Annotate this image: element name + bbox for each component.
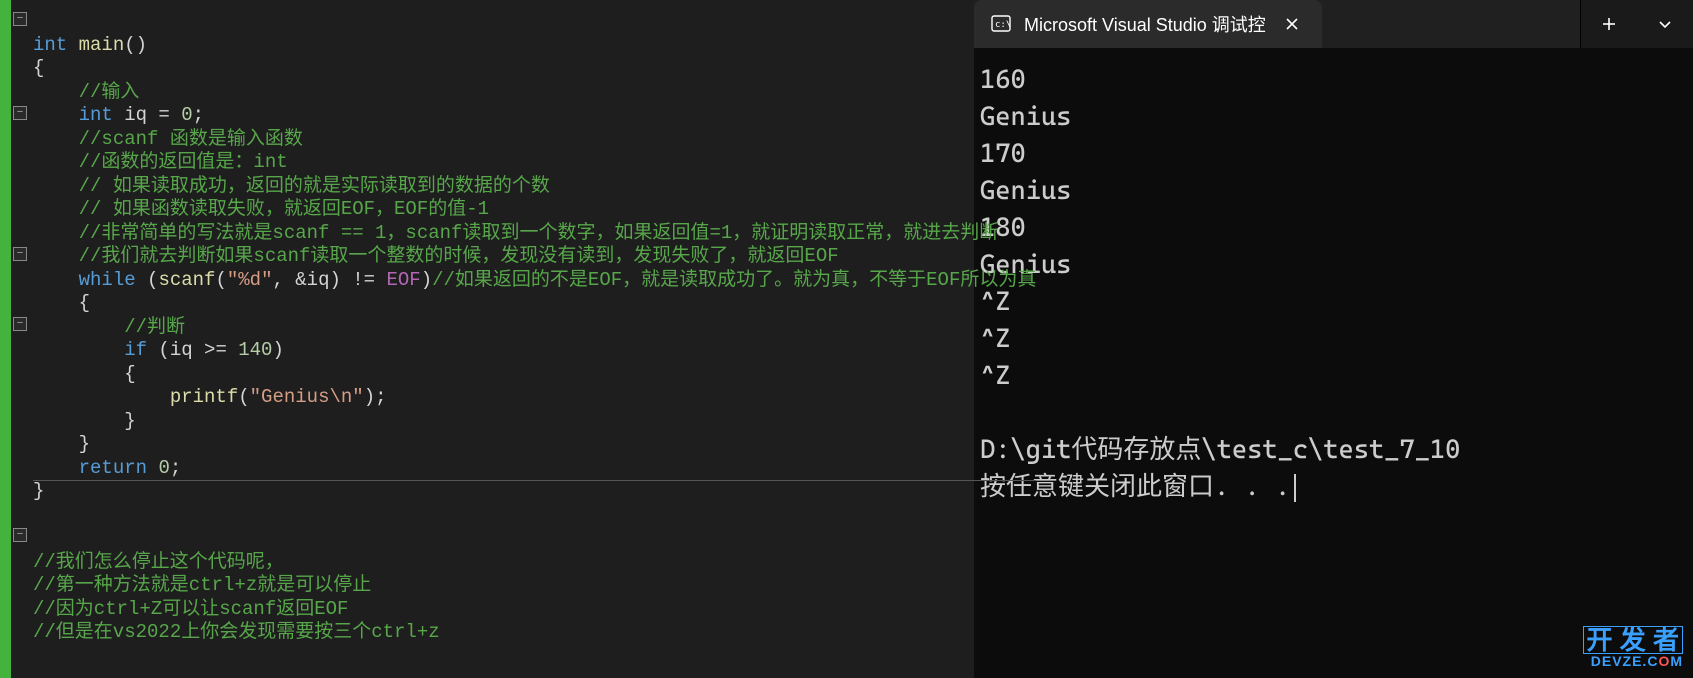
keyword: if [124,339,147,361]
tab-dropdown-button[interactable] [1637,0,1693,48]
comment: //我们怎么停止这个代码呢， [33,551,284,573]
fold-toggle[interactable]: − [13,317,27,331]
brace: } [79,433,90,455]
number: 0 [158,457,169,479]
code-text-area[interactable]: int main() { //输入 int iq = 0; //scanf 函数… [33,0,1036,678]
macro: EOF [387,269,421,291]
debug-console-pane: c:\ Microsoft Visual Studio 调试控 160 Geni… [974,0,1693,678]
tab-title: Microsoft Visual Studio 调试控 [1024,11,1266,37]
title-button-group [1580,0,1693,48]
output-line: D:\git代码存放点\test_c\test_7_10 [980,435,1460,465]
string: "Genius\n" [250,386,364,408]
keyword: return [79,457,147,479]
punct: ) [421,269,432,291]
text: (iq >= [147,339,238,361]
comment: //输入 [79,81,140,103]
string: "%d" [227,269,273,291]
change-indicator [0,0,11,678]
comment: // 如果函数读取失败，就返回EOF，EOF的值-1 [79,198,489,220]
keyword: int [79,104,113,126]
fold-toggle[interactable]: − [13,106,27,120]
text: , &iq) != [272,269,386,291]
comment: //判断 [124,316,185,338]
keyword: int [33,34,67,56]
function-call: scanf [158,269,215,291]
comment: //如果返回的不是EOF，就是读取成功了。就为真，不等于EOF所以为真 [432,269,1036,291]
keyword: while [79,269,136,291]
comment: // 如果读取成功，返回的就是实际读取到的数据的个数 [79,175,550,197]
console-title-bar: c:\ Microsoft Visual Studio 调试控 [974,0,1693,48]
new-tab-button[interactable] [1581,0,1637,48]
brace: } [33,480,44,502]
comment: //非常简单的写法就是scanf == 1，scanf读取到一个数字，如果返回值… [79,222,999,244]
space [147,457,158,479]
punct: ; [193,104,204,126]
text-cursor [1294,474,1296,502]
fold-toggle[interactable]: − [13,247,27,261]
fold-toggle[interactable]: − [13,528,27,542]
tab-close-button[interactable] [1278,10,1306,38]
comment: //我们就去判断如果scanf读取一个整数的时候，发现没有读到，发现失败了，就返… [79,245,839,267]
comment: //第一种方法就是ctrl+z就是可以停止 [33,574,371,596]
punct: ; [170,457,181,479]
number: 140 [238,339,272,361]
comment: //因为ctrl+Z可以让scanf返回EOF [33,598,348,620]
comment: //但是在vs2022上你会发现需要按三个ctrl+z [33,621,440,643]
punct: () [124,34,147,56]
brace: { [33,57,44,79]
brace: } [124,410,135,432]
punct: ) [272,339,283,361]
function-call: printf [170,386,238,408]
punct: ( [238,386,249,408]
code-editor-pane: − − − − − int main() { //输入 int iq = 0; … [0,0,974,678]
console-output[interactable]: 160 Genius 170 Genius 180 Genius ^Z ^Z ^… [974,48,1693,678]
number: 0 [181,104,192,126]
function-name: main [79,34,125,56]
punct: ( [136,269,159,291]
text: iq = [113,104,181,126]
brace: { [79,292,90,314]
brace: { [124,363,135,385]
block-divider [33,480,1036,481]
punct: ( [215,269,226,291]
fold-toggle[interactable]: − [13,12,27,26]
folding-margin: − − − − − [11,0,33,678]
comment: //scanf 函数是输入函数 [79,128,303,150]
comment: //函数的返回值是：int [79,151,288,173]
punct: ); [364,386,387,408]
